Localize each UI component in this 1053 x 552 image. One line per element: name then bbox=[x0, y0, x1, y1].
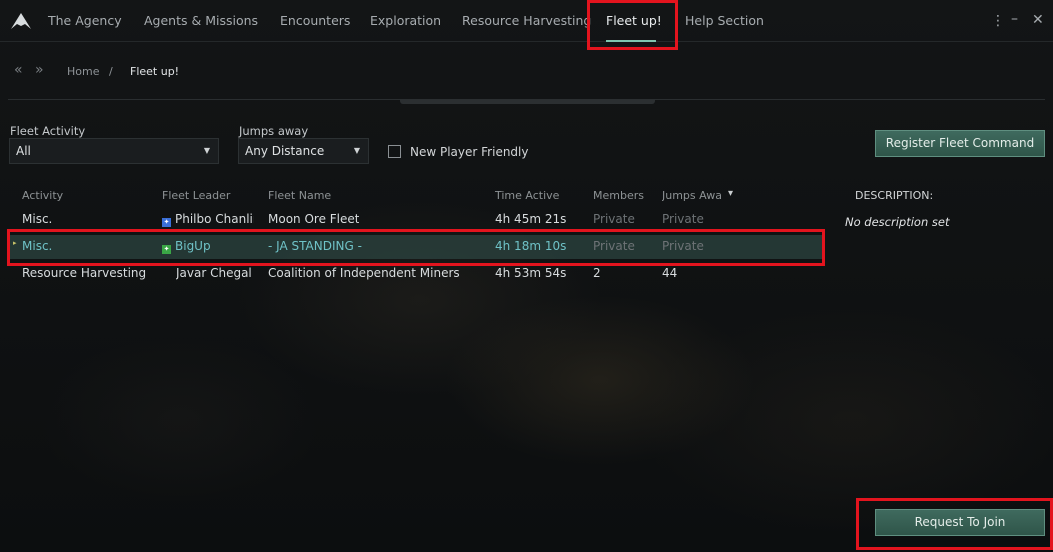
description-text: No description set bbox=[845, 215, 950, 229]
breadcrumb-current: Fleet up! bbox=[130, 65, 180, 78]
column-header-fleet-name[interactable]: Fleet Name bbox=[268, 189, 331, 202]
row-time-active: 4h 53m 54s bbox=[495, 266, 567, 280]
new-player-friendly-label: New Player Friendly bbox=[410, 145, 529, 159]
row-members: Private bbox=[593, 239, 635, 253]
more-vert-icon[interactable]: ⋮ bbox=[991, 13, 1005, 29]
logo-icon[interactable] bbox=[10, 12, 32, 30]
column-header-fleet-leader[interactable]: Fleet Leader bbox=[162, 189, 230, 202]
tab-help-section[interactable]: Help Section bbox=[685, 0, 764, 42]
chevron-down-icon: ▼ bbox=[203, 146, 210, 155]
row-fleet-name: Moon Ore Fleet bbox=[268, 212, 360, 226]
fleet-activity-select[interactable]: All ▼ bbox=[9, 138, 219, 164]
standing-badge-icon: ✦ bbox=[162, 245, 171, 254]
tab-exploration[interactable]: Exploration bbox=[370, 0, 441, 42]
row-activity: Resource Harvesting bbox=[22, 266, 147, 280]
row-members: 2 bbox=[593, 266, 601, 280]
row-fleet-leader[interactable]: ✦ Philbo Chanlir bbox=[162, 212, 254, 227]
leader-name: BigUp bbox=[175, 239, 211, 253]
row-fleet-name: - JA STANDING - bbox=[268, 239, 362, 253]
row-members: Private bbox=[593, 212, 635, 226]
breadcrumb-separator: / bbox=[109, 65, 113, 78]
forward-icon[interactable]: » bbox=[35, 62, 44, 78]
row-jumps: 44 bbox=[662, 266, 678, 280]
standing-badge-icon: ✦ bbox=[162, 218, 171, 227]
panel-tab-handle bbox=[400, 99, 655, 104]
request-to-join-button[interactable]: Request To Join bbox=[875, 509, 1045, 536]
tab-agents-missions[interactable]: Agents & Missions bbox=[144, 0, 258, 42]
row-fleet-leader[interactable]: Javar Chegal bbox=[176, 266, 252, 280]
active-tab-indicator bbox=[606, 40, 656, 42]
row-jumps: Private bbox=[662, 239, 704, 253]
row-time-active: 4h 45m 21s bbox=[495, 212, 567, 226]
leader-name: Philbo Chanlir bbox=[175, 212, 254, 226]
chevron-down-icon: ▼ bbox=[353, 146, 360, 155]
row-activity: Misc. bbox=[22, 212, 53, 226]
minimize-icon[interactable]: – bbox=[1011, 11, 1018, 27]
column-header-time-active[interactable]: Time Active bbox=[495, 189, 559, 202]
jumps-away-label: Jumps away bbox=[239, 124, 309, 138]
jumps-away-select[interactable]: Any Distance ▼ bbox=[238, 138, 369, 164]
tab-resource-harvesting[interactable]: Resource Harvesting bbox=[462, 0, 591, 42]
breadcrumb-home[interactable]: Home bbox=[67, 65, 99, 78]
register-fleet-command-button[interactable]: Register Fleet Command bbox=[875, 130, 1045, 157]
tab-encounters[interactable]: Encounters bbox=[280, 0, 350, 42]
fleet-activity-value: All bbox=[16, 144, 31, 158]
row-fleet-name: Coalition of Independent Miners bbox=[268, 266, 460, 280]
row-fleet-leader[interactable]: ✦ BigUp bbox=[162, 239, 211, 254]
new-player-friendly-checkbox[interactable] bbox=[388, 145, 401, 158]
column-header-activity[interactable]: Activity bbox=[22, 189, 63, 202]
column-header-members[interactable]: Members bbox=[593, 189, 644, 202]
jumps-away-value: Any Distance bbox=[245, 144, 325, 158]
row-pointer-icon: ▸ bbox=[13, 239, 17, 247]
row-jumps: Private bbox=[662, 212, 704, 226]
close-icon[interactable]: ✕ bbox=[1032, 12, 1044, 28]
tab-the-agency[interactable]: The Agency bbox=[48, 0, 122, 42]
tab-fleet-up[interactable]: Fleet up! bbox=[606, 0, 662, 42]
column-header-jumps-away[interactable]: Jumps Awa bbox=[662, 189, 726, 202]
fleet-activity-label: Fleet Activity bbox=[10, 124, 86, 138]
row-activity: Misc. bbox=[22, 239, 53, 253]
description-title: DESCRIPTION: bbox=[855, 189, 934, 202]
sort-desc-icon[interactable]: ▾ bbox=[728, 188, 733, 199]
back-icon[interactable]: « bbox=[14, 62, 23, 78]
top-nav: The Agency Agents & Missions Encounters … bbox=[0, 0, 1053, 42]
row-time-active: 4h 18m 10s bbox=[495, 239, 567, 253]
